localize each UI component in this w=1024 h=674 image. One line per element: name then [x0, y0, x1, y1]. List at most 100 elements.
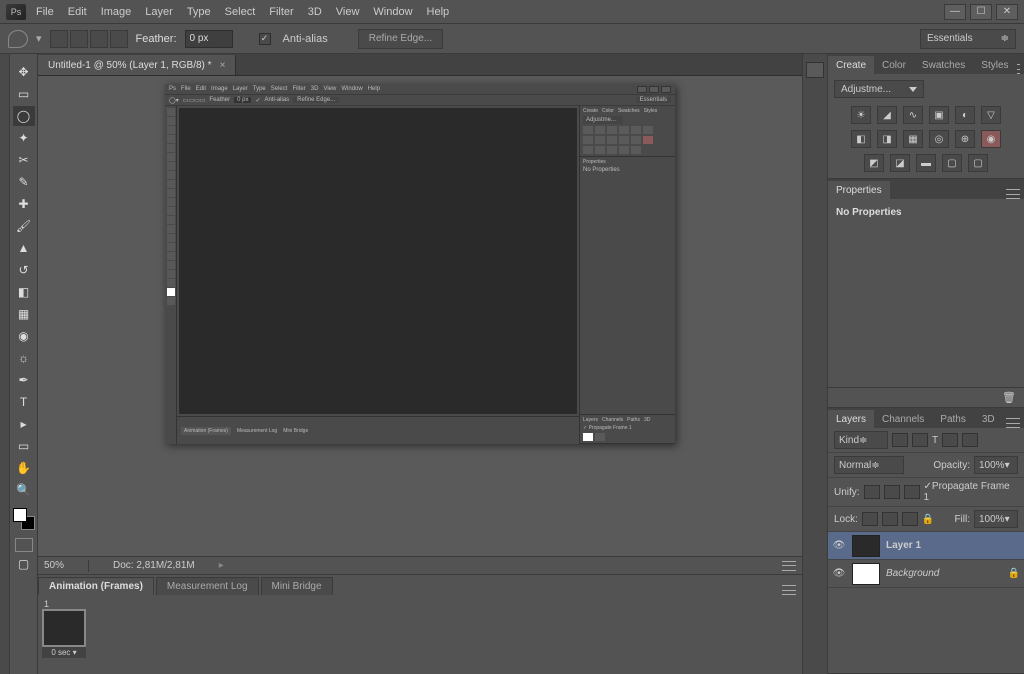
menu-select[interactable]: Select [225, 6, 256, 18]
bottom-panel-menu-icon[interactable] [782, 585, 796, 595]
window-maximize-button[interactable]: ☐ [970, 4, 992, 20]
document-tab[interactable]: Untitled-1 @ 50% (Layer 1, RGB/8) * × [38, 55, 236, 75]
menu-3d[interactable]: 3D [308, 6, 322, 18]
panel-menu-icon[interactable] [1017, 64, 1020, 74]
marquee-tool-icon[interactable]: ▭ [13, 84, 35, 104]
layer-thumbnail[interactable] [852, 535, 880, 557]
filter-smart-icon[interactable] [962, 433, 978, 447]
tab-mini-bridge[interactable]: Mini Bridge [261, 577, 333, 595]
opacity-input[interactable]: 100% ▾ [974, 456, 1018, 474]
gradient-map-icon[interactable]: ▬ [916, 154, 936, 172]
visibility-toggle-icon[interactable]: 👁 [832, 568, 846, 579]
path-selection-tool-icon[interactable]: ▸ [13, 414, 35, 434]
frame-delay[interactable]: 0 sec ▾ [42, 647, 86, 658]
color-lookup-icon[interactable]: ⊕ [955, 130, 975, 148]
brush-tool-icon[interactable]: 🖌 [13, 216, 35, 236]
antialias-checkbox[interactable]: ✓ [259, 33, 271, 45]
posterize-icon[interactable]: ◉ [981, 130, 1001, 148]
move-tool-icon[interactable]: ✥ [13, 62, 35, 82]
tab-3d[interactable]: 3D [974, 410, 1003, 428]
menu-file[interactable]: File [36, 6, 54, 18]
lasso-tool-icon[interactable]: ◯ [13, 106, 35, 126]
menu-layer[interactable]: Layer [145, 6, 173, 18]
tab-paths[interactable]: Paths [932, 410, 974, 428]
tab-measurement-log[interactable]: Measurement Log [156, 577, 259, 595]
tab-layers[interactable]: Layers [828, 410, 874, 428]
screenmode-toggle-icon[interactable]: ▢ [13, 554, 35, 574]
photo-filter-icon[interactable]: ▦ [903, 130, 923, 148]
menu-image[interactable]: Image [101, 6, 132, 18]
window-minimize-button[interactable]: — [944, 4, 966, 20]
unify-position-icon[interactable] [864, 485, 880, 499]
eyedropper-tool-icon[interactable]: ✎ [13, 172, 35, 192]
propagate-checkbox[interactable]: ✓ [924, 481, 932, 492]
type-tool-icon[interactable]: T [13, 392, 35, 412]
lock-all-icon[interactable]: 🔒 [922, 514, 934, 525]
left-dock-strip[interactable] [0, 54, 10, 674]
feather-input[interactable] [185, 30, 233, 48]
color-balance-icon[interactable]: ◧ [851, 130, 871, 148]
menu-view[interactable]: View [336, 6, 360, 18]
levels-icon[interactable]: ◢ [877, 106, 897, 124]
menu-window[interactable]: Window [373, 6, 412, 18]
invert-icon[interactable]: ◩ [864, 154, 884, 172]
filter-shape-icon[interactable] [942, 433, 958, 447]
gradient-tool-icon[interactable]: ▦ [13, 304, 35, 324]
animation-frame[interactable]: 1 0 sec ▾ [42, 599, 86, 658]
visibility-toggle-icon[interactable]: 👁 [832, 540, 846, 551]
tab-styles[interactable]: Styles [973, 56, 1016, 74]
tab-color[interactable]: Color [874, 56, 914, 74]
unify-style-icon[interactable] [904, 485, 920, 499]
zoom-level[interactable]: 50% [44, 560, 64, 571]
collapsed-panel-icon[interactable] [806, 62, 824, 78]
blur-tool-icon[interactable]: ◉ [13, 326, 35, 346]
history-brush-tool-icon[interactable]: ↺ [13, 260, 35, 280]
vibrance-icon[interactable]: ◐ [955, 106, 975, 124]
foreground-color-swatch[interactable] [13, 508, 27, 522]
menu-type[interactable]: Type [187, 6, 211, 18]
tab-create[interactable]: Create [828, 56, 874, 74]
filter-pixel-icon[interactable] [892, 433, 908, 447]
panel-menu-icon[interactable] [1006, 189, 1020, 199]
lock-pixels-icon[interactable] [882, 512, 898, 526]
channel-mixer-icon[interactable]: ◎ [929, 130, 949, 148]
zoom-tool-icon[interactable]: 🔍 [13, 480, 35, 500]
statusbar-menu-icon[interactable] [782, 561, 796, 571]
frame-thumbnail[interactable] [42, 609, 86, 647]
trash-icon[interactable]: 🗑 [1002, 391, 1016, 404]
magic-wand-tool-icon[interactable]: ✦ [13, 128, 35, 148]
hand-tool-icon[interactable]: ✋ [13, 458, 35, 478]
bw-icon[interactable]: ◨ [877, 130, 897, 148]
lock-transparency-icon[interactable] [862, 512, 878, 526]
selective-color-icon[interactable]: ▢ [942, 154, 962, 172]
crop-tool-icon[interactable]: ✂ [13, 150, 35, 170]
shape-tool-icon[interactable]: ▭ [13, 436, 35, 456]
menu-edit[interactable]: Edit [68, 6, 87, 18]
fill-input[interactable]: 100% ▾ [974, 510, 1018, 528]
healing-brush-tool-icon[interactable]: ✚ [13, 194, 35, 214]
layer-name[interactable]: Layer 1 [886, 540, 1020, 551]
adjustments-dropdown[interactable]: Adjustme... [834, 80, 924, 98]
brightness-contrast-icon[interactable]: ☀ [851, 106, 871, 124]
selection-intersect-icon[interactable] [110, 30, 128, 48]
eraser-tool-icon[interactable]: ◧ [13, 282, 35, 302]
panel-menu-icon[interactable] [1006, 418, 1020, 428]
workspace-switcher[interactable]: Essentials≑ [920, 29, 1016, 49]
quickmask-toggle-icon[interactable] [15, 538, 33, 552]
menu-help[interactable]: Help [427, 6, 450, 18]
menu-filter[interactable]: Filter [269, 6, 293, 18]
layer-item[interactable]: 👁 Layer 1 [828, 532, 1024, 560]
unify-visibility-icon[interactable] [884, 485, 900, 499]
hue-sat-icon[interactable]: ▽ [981, 106, 1001, 124]
blend-mode-dropdown[interactable]: Normal ≑ [834, 456, 904, 474]
curves-icon[interactable]: ∿ [903, 106, 923, 124]
layer-filter-kind[interactable]: Kind ≑ [834, 431, 888, 449]
lock-position-icon[interactable] [902, 512, 918, 526]
more-adjustments-icon[interactable]: ▢ [968, 154, 988, 172]
canvas-area[interactable]: Ps FileEdit ImageLayer TypeSelect Filter… [38, 76, 802, 556]
exposure-icon[interactable]: ▣ [929, 106, 949, 124]
clone-stamp-tool-icon[interactable]: ▲ [13, 238, 35, 258]
tab-animation[interactable]: Animation (Frames) [38, 577, 154, 595]
close-tab-icon[interactable]: × [220, 60, 226, 71]
tab-channels[interactable]: Channels [874, 410, 932, 428]
